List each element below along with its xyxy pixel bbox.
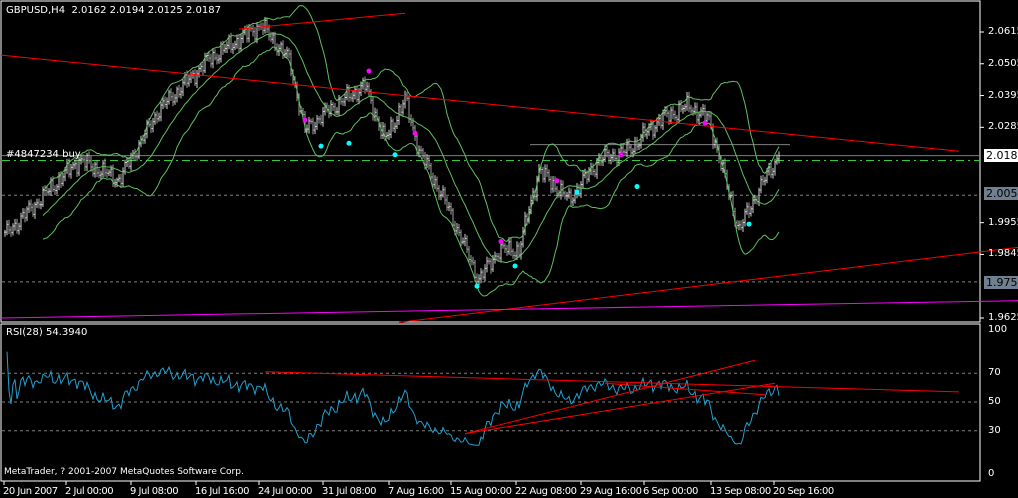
level-price-tag: 2.0050 [984,187,1018,200]
price-axis-label: 2.0395 [988,89,1018,101]
price-axis-label: 1.9955 [988,216,1018,228]
price-axis-label: 2.0505 [988,57,1018,69]
time-axis-label: 22 Aug 08:00 [515,486,577,497]
fractal-down-dot [474,283,480,289]
copyright-text: MetaTrader, ? 2001-2007 MetaQuotes Softw… [4,467,244,477]
price-axis-label: 2.0615 [988,25,1018,37]
bollinger-lower [42,46,780,297]
time-axis-label: 13 Sep 08:00 [710,486,771,497]
time-axis-label: 16 Jul 16:00 [195,486,249,497]
main-pane-border [0,0,981,323]
fractal-up-dot [366,68,372,74]
fractal-down-dot [392,152,398,158]
time-axis-label: 9 Jul 08:00 [130,486,179,497]
fractal-up-dot [498,238,504,244]
time-axis-label: 20 Sep 16:00 [773,486,834,497]
price-axis-label: 1.9845 [988,248,1018,260]
time-axis-label: 6 Sep 00:00 [643,486,698,497]
time-axis-label: 7 Aug 16:00 [388,486,444,497]
ohlc-values: 2.0162 2.0194 2.0125 2.0187 [71,5,221,16]
fractal-up-dot [412,130,418,136]
price-axis-label: 1.9625 [988,312,1018,323]
fractal-down-dot [746,221,752,227]
current-price-tag: 2.0187 [984,149,1018,162]
rsi-label: RSI(28) 54.3940 [6,327,88,338]
fractal-down-dot [634,184,640,190]
magenta-trendline [0,300,1018,319]
trendline [398,246,1018,323]
time-axis-label: 24 Jul 00:00 [258,486,312,497]
fractal-up-dot [702,120,708,126]
fractal-up-dot [302,117,308,123]
fractal-down-dot [512,263,518,269]
fractal-down-dot [574,189,580,195]
fractal-down-dot [318,143,324,149]
rsi-axis-label: 0 [988,468,995,479]
rsi-trendline [464,359,756,435]
fractal-down-dot [346,140,352,146]
trendline [238,12,406,30]
bollinger-middle [42,32,780,264]
time-axis-label: 2 Jul 00:00 [65,486,114,497]
price-axis-label: 2.0285 [988,121,1018,133]
time-axis-label: 29 Aug 16:00 [580,486,642,497]
level-price-tag: 1.9750 [984,276,1018,289]
rsi-axis-label: 50 [988,396,1001,407]
rsi-axis-label: 100 [988,324,1008,335]
time-axis-label: 31 Jul 08:00 [322,486,376,497]
chart-canvas[interactable] [0,0,1018,498]
rsi-axis-label: 30 [988,424,1001,436]
order-label: #4847234 buy [6,149,81,160]
time-axis-label: 15 Aug 00:00 [450,486,512,497]
fractal-up-dot [618,152,624,158]
symbol-label: GBPUSD,H4 2.0162 2.0194 2.0125 2.0187 [6,5,221,16]
time-axis-label: 20 Jun 2007 [3,486,58,497]
rsi-trendline [264,371,960,393]
rsi-axis-label: 70 [988,367,1001,379]
fractal-up-dot [554,178,560,184]
